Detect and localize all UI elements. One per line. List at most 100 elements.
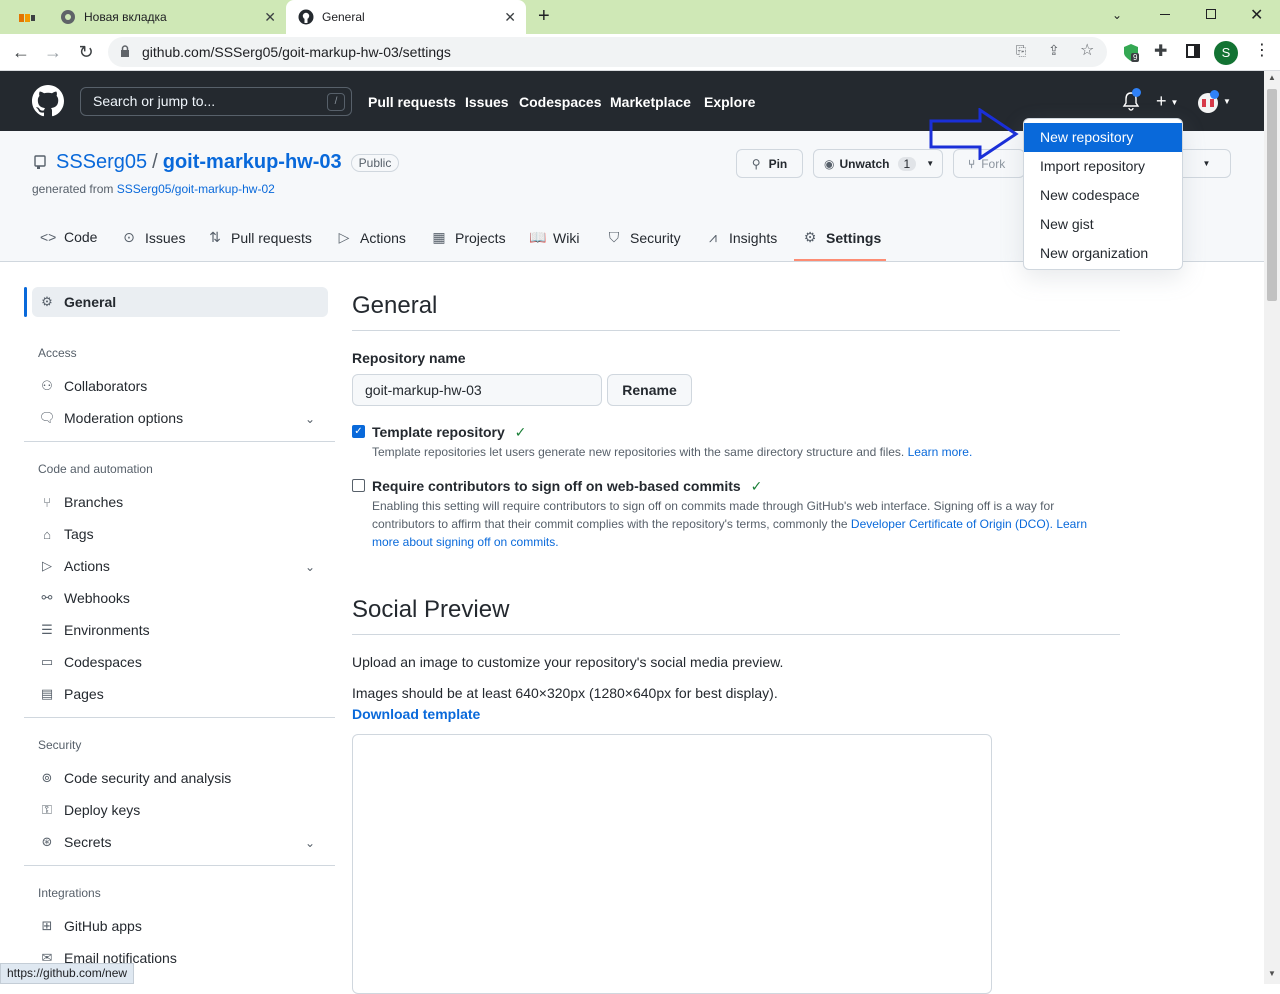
close-window-icon[interactable]: ✕ [1250, 5, 1263, 25]
user-avatar[interactable] [1198, 90, 1219, 113]
sidebar-item-label: Moderation options [64, 410, 184, 426]
tab-insights[interactable]: ⩘ Insights [705, 229, 777, 246]
sidebar-item-branches[interactable]: ⑂ Branches [38, 494, 123, 510]
key-icon: ⚿ [42, 802, 52, 817]
minimize-icon[interactable] [1160, 14, 1170, 15]
translate-icon[interactable]: ⎘ [1016, 43, 1026, 59]
tab-code[interactable]: <> Code [40, 229, 97, 245]
chevron-down-icon[interactable]: ⌄ [305, 412, 315, 426]
download-template-link[interactable]: Download template [352, 706, 480, 722]
tab-actions[interactable]: ▷ Actions [336, 229, 406, 246]
sidebar-item-deploy-keys[interactable]: ⚿ Deploy keys [38, 802, 140, 818]
dco-link[interactable]: Developer Certificate of Origin (DCO). [851, 517, 1053, 531]
book-icon: 📖 [529, 229, 547, 245]
tab-issues[interactable]: ⊙ Issues [121, 229, 185, 246]
close-icon[interactable]: ✕ [264, 9, 276, 26]
share-icon[interactable]: ⇪ [1048, 42, 1060, 59]
scroll-up-icon[interactable]: ▲ [1268, 73, 1276, 82]
close-icon[interactable]: ✕ [504, 9, 516, 26]
sidebar-item-github-apps[interactable]: ⊞ GitHub apps [38, 918, 142, 934]
profile-avatar[interactable]: S [1214, 41, 1238, 65]
sidebar-divider [24, 441, 335, 442]
tab-wiki[interactable]: 📖 Wiki [529, 229, 579, 246]
tab-label: Projects [455, 229, 506, 246]
kebab-menu-icon[interactable]: ⋮ [1254, 40, 1270, 60]
sidebar-item-pages[interactable]: ▤ Pages [38, 686, 104, 702]
menu-item-new-repository[interactable]: New repository [1024, 123, 1182, 152]
sidebar-item-actions[interactable]: ▷ Actions [38, 558, 110, 574]
chevron-down-icon[interactable]: ⌄ [305, 560, 315, 574]
menu-item-new-codespace[interactable]: New codespace [1024, 181, 1182, 210]
menu-item-import-repository[interactable]: Import repository [1024, 152, 1182, 181]
scroll-down-icon[interactable]: ▼ [1268, 969, 1276, 978]
menu-item-new-gist[interactable]: New gist [1024, 210, 1182, 239]
page-scrollbar[interactable]: ▲ ▼ [1264, 71, 1280, 984]
signoff-checkbox[interactable] [352, 479, 365, 492]
learn-more-link[interactable]: Learn more. [908, 445, 973, 459]
sidebar-item-code-security[interactable]: ⊚ Code security and analysis [38, 770, 232, 786]
sidebar-item-label: Deploy keys [64, 802, 141, 818]
sidebar-item-label: Webhooks [64, 590, 130, 606]
tab-pull-requests[interactable]: ⇅ Pull requests [207, 229, 312, 246]
tab-projects[interactable]: ▦ Projects [431, 229, 506, 246]
url-text: github.com/SSSerg05/goit-markup-hw-03/se… [142, 44, 451, 60]
sidebar-item-environments[interactable]: ☰ Environments [38, 622, 149, 638]
repo-path-separator: / [152, 151, 158, 173]
restore-icon[interactable] [1206, 9, 1216, 19]
gear-icon: ⚙ [41, 294, 53, 309]
star-dropdown-button[interactable]: ▼ [1182, 149, 1231, 178]
sidepanel-icon[interactable] [1186, 44, 1200, 58]
tab-search-icon[interactable] [18, 11, 36, 23]
caret-down-icon: ▼ [1202, 159, 1211, 168]
chevron-down-icon[interactable]: ⌄ [305, 836, 315, 850]
pin-button[interactable]: ⚲ Pin [736, 149, 803, 178]
tab-label: Security [630, 229, 681, 246]
scrollbar-thumb[interactable] [1267, 89, 1277, 301]
sidebar-section-access: Access [38, 346, 77, 360]
forward-icon[interactable]: → [40, 39, 66, 65]
address-bar[interactable]: github.com/SSSerg05/goit-markup-hw-03/se… [108, 37, 1107, 67]
repo-name-link[interactable]: goit-markup-hw-03 [163, 151, 342, 174]
tab-settings[interactable]: ⚙ Settings [802, 229, 882, 246]
search-input[interactable]: Search or jump to... / [80, 87, 352, 116]
repo-owner-link[interactable]: SSSerg05 [56, 151, 147, 174]
puzzle-icon[interactable]: ✚ [1154, 41, 1167, 61]
sidebar-item-label: Codespaces [64, 654, 142, 670]
nav-pull-requests[interactable]: Pull requests [368, 94, 456, 110]
star-icon[interactable]: ☆ [1080, 40, 1094, 60]
sidebar-item-general[interactable]: ⚙ General [38, 294, 116, 310]
menu-item-new-organization[interactable]: New organization [1024, 239, 1182, 268]
avatar-status-dot [1210, 90, 1219, 99]
unwatch-button[interactable]: ◉ Unwatch 1 ▼ [813, 149, 943, 178]
sidebar-item-label: Actions [64, 558, 110, 574]
github-logo-icon[interactable] [32, 85, 64, 120]
rename-button[interactable]: Rename [607, 374, 692, 406]
browser-tab-new[interactable]: Новая вкладка ✕ [48, 0, 286, 34]
reload-icon[interactable]: ↻ [73, 39, 99, 65]
sidebar-item-secrets[interactable]: ⊛ Secrets [38, 834, 112, 850]
sidebar-item-tags[interactable]: ⌂ Tags [38, 526, 94, 542]
nav-issues[interactable]: Issues [465, 94, 509, 110]
generated-from-link[interactable]: SSSerg05/goit-markup-hw-02 [117, 182, 275, 196]
browser-tab-general[interactable]: General ✕ [286, 0, 526, 34]
lock-icon[interactable] [120, 45, 130, 61]
sidebar-item-moderation[interactable]: 🗨 Moderation options [38, 410, 183, 426]
sidebar-item-webhooks[interactable]: ⚯ Webhooks [38, 590, 130, 606]
bell-icon[interactable] [1122, 88, 1141, 114]
social-preview-dropzone[interactable] [352, 734, 992, 994]
nav-explore[interactable]: Explore [704, 94, 755, 110]
nav-codespaces[interactable]: Codespaces [519, 94, 601, 110]
chevron-down-icon[interactable]: ⌄ [1112, 8, 1122, 22]
new-tab-button[interactable]: + [538, 5, 550, 28]
sidebar-item-codespaces[interactable]: ▭ Codespaces [38, 654, 142, 670]
caret-down-icon[interactable]: ▼ [1223, 97, 1231, 106]
repo-name-input[interactable]: goit-markup-hw-03 [352, 374, 602, 406]
template-checkbox[interactable]: ✓ [352, 425, 365, 438]
nav-marketplace[interactable]: Marketplace [610, 94, 691, 110]
tab-security[interactable]: ⛉ Security [606, 229, 681, 246]
extension-shield-icon[interactable]: 9 [1122, 43, 1140, 63]
back-icon[interactable]: ← [8, 39, 34, 65]
create-new-plus-icon[interactable]: + ▼ [1156, 91, 1178, 112]
browser-toolbar: ← → ↻ github.com/SSSerg05/goit-markup-hw… [0, 34, 1280, 71]
sidebar-item-collaborators[interactable]: ⚇ Collaborators [38, 378, 147, 394]
